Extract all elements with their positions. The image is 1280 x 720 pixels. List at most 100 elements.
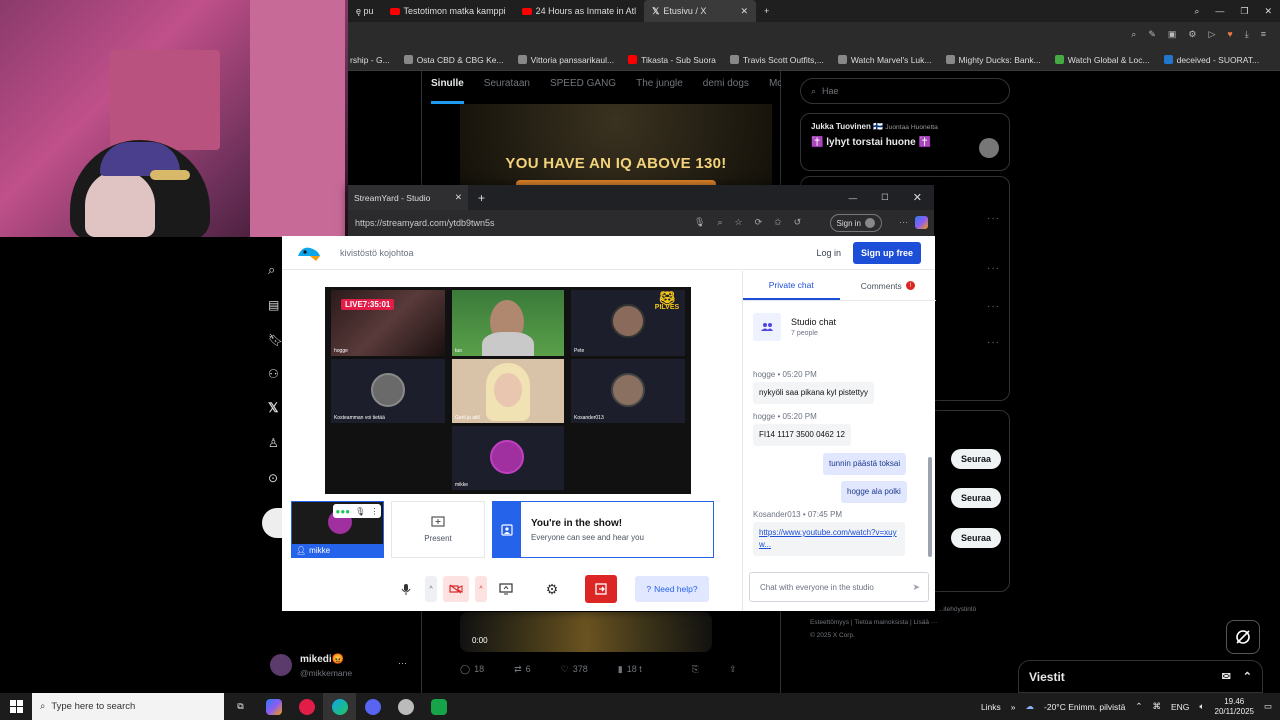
leave-studio-button[interactable] xyxy=(585,575,617,603)
browser-tab-active[interactable]: StreamYard - Studio ✕ xyxy=(348,185,468,210)
language[interactable]: ENG xyxy=(1171,702,1189,712)
tray-up-icon[interactable]: ⌃ xyxy=(1135,701,1142,712)
close-tab-icon[interactable]: ✕ xyxy=(740,6,748,17)
video-player[interactable] xyxy=(460,612,712,652)
like-button[interactable]: ♡ 378 xyxy=(561,662,588,676)
more-dots-icon[interactable]: ··· xyxy=(987,337,1000,348)
menu-icon[interactable]: ≡ xyxy=(1261,29,1266,40)
participant-tile[interactable]: Kosteamman voi tietää xyxy=(331,359,445,423)
minimize-icon[interactable]: — xyxy=(837,193,870,203)
participant-tile[interactable]: Kosander013 xyxy=(571,359,685,423)
tab-list[interactable]: The jungle xyxy=(636,78,683,104)
bookmark[interactable]: Osta CBD & CBG Ke... xyxy=(403,55,504,65)
views-button[interactable]: ▮ 18 t xyxy=(618,662,642,676)
follow-button[interactable]: Seuraa xyxy=(951,488,1001,508)
more-dots-icon[interactable]: ··· xyxy=(899,217,908,227)
live-space-card[interactable]: Jukka Tuovinen 🇫🇮 Juontaa Huonetta ✝️ ly… xyxy=(800,113,1010,171)
login-link[interactable]: Log in xyxy=(816,248,841,258)
reply-button[interactable]: ◯ 18 xyxy=(460,662,484,676)
bookmark[interactable]: Tikasta - Sub Suora xyxy=(628,55,716,65)
tab-private-chat[interactable]: Private chat xyxy=(743,271,840,300)
participant-tile[interactable]: LIVE7:35:01 hogge xyxy=(331,290,445,356)
more-icon[interactable]: ⊙ xyxy=(268,471,278,485)
volume-icon[interactable]: 🔈︎ xyxy=(1199,701,1204,712)
screenshare-button[interactable] xyxy=(493,576,519,602)
discord-icon[interactable] xyxy=(356,693,389,720)
search-tabs-icon[interactable]: ⌕ xyxy=(1186,0,1207,22)
expand-icon[interactable]: ⌃ xyxy=(1243,670,1252,683)
extension-icon[interactable]: ⚙ xyxy=(1188,29,1196,40)
extension-icon[interactable]: ▣ xyxy=(1168,29,1177,40)
help-button[interactable]: ? Need help? xyxy=(635,576,709,602)
network-icon[interactable]: ⌘ xyxy=(1152,701,1161,712)
extension-icon[interactable]: ⌕ xyxy=(1131,29,1136,40)
close-tab-icon[interactable]: ✕ xyxy=(455,192,462,203)
address-bar[interactable]: https://streamyard.com/ytdb9twn5s 🎙︎ ⌕ ☆… xyxy=(348,210,934,236)
zoom-icon[interactable]: ⌕ xyxy=(717,217,722,228)
self-preview-tile[interactable]: ●●● 🎙︎ ⋮ 👤︎ mikke xyxy=(291,501,384,558)
mic-button[interactable] xyxy=(393,576,419,602)
settings-button[interactable]: ⚙ xyxy=(539,576,565,602)
search-icon[interactable]: ⌕ xyxy=(268,262,275,278)
camera-button[interactable] xyxy=(443,576,469,602)
minimize-icon[interactable]: — xyxy=(1207,0,1232,22)
heart-icon[interactable]: ♥ xyxy=(1227,29,1232,40)
more-dots-icon[interactable]: ··· xyxy=(398,658,407,668)
account-switcher[interactable]: mikedi😡 @mikkemane ··· xyxy=(268,650,418,690)
bookmark[interactable]: Vittoria panssarikaul... xyxy=(517,55,614,65)
taskbar-search[interactable]: ⌕ Type here to search xyxy=(32,693,224,720)
ad-image[interactable]: YOU HAVE AN IQ ABOVE 130! xyxy=(460,104,772,188)
tab-following[interactable]: Seurataan xyxy=(484,78,530,104)
browser-tab[interactable]: ę pu xyxy=(348,0,382,22)
chevron-icon[interactable]: » xyxy=(1011,702,1016,712)
bookmark[interactable]: deceived - SUORAT... xyxy=(1163,55,1259,65)
star-icon[interactable]: ☆ xyxy=(734,217,742,228)
close-window-icon[interactable]: ✕ xyxy=(1256,0,1280,22)
new-tab-button[interactable]: + xyxy=(756,0,777,22)
bookmark-icon[interactable]: 🔖︎ xyxy=(268,333,283,347)
edge-icon[interactable] xyxy=(323,693,356,720)
clock[interactable]: 19.46 20/11/2025 xyxy=(1215,697,1254,717)
tab-comments[interactable]: Comments! xyxy=(840,271,937,300)
profile-icon[interactable]: ♙ xyxy=(268,436,279,450)
more-dots-icon[interactable]: ··· xyxy=(987,213,1000,224)
task-view-icon[interactable]: ⧉ xyxy=(224,693,257,720)
maximize-icon[interactable]: ☐ xyxy=(869,192,901,203)
present-button[interactable]: Present xyxy=(391,501,485,558)
history-icon[interactable]: ↺ xyxy=(794,217,802,228)
tab-list[interactable]: demi dogs xyxy=(703,78,749,104)
signin-button[interactable]: Sign in xyxy=(829,214,882,232)
opera-icon[interactable] xyxy=(290,693,323,720)
copilot-icon[interactable] xyxy=(915,216,928,229)
more-dots-icon[interactable]: ··· xyxy=(987,301,1000,312)
start-button[interactable] xyxy=(0,693,32,720)
weather-text[interactable]: -20°C Enimm. pilvistä xyxy=(1044,702,1125,712)
extension-icon[interactable]: ✎ xyxy=(1148,29,1156,40)
chat-input[interactable]: Chat with everyone in the studio ➤ xyxy=(749,572,929,602)
follow-button[interactable]: Seuraa xyxy=(951,528,1001,548)
share-button[interactable]: ⇪ xyxy=(729,662,737,676)
links-toolbar[interactable]: Links xyxy=(981,702,1001,712)
participant-tile[interactable]: mikke xyxy=(452,426,564,490)
bookmark-button[interactable]: ⎘ xyxy=(692,662,699,676)
favorites-icon[interactable]: ✩ xyxy=(774,217,782,228)
browser-tab[interactable]: 24 Hours as Inmate in Atl xyxy=(514,0,645,22)
notification-icon[interactable]: ▭ xyxy=(1264,701,1272,712)
signup-button[interactable]: Sign up free xyxy=(853,242,921,264)
bookmark[interactable]: Watch Marvel's Luk... xyxy=(837,55,932,65)
x-premium-icon[interactable]: 𝕏 xyxy=(268,400,278,416)
bookmark[interactable]: Mighty Ducks: Bank... xyxy=(945,55,1041,65)
browser-tab-active[interactable]: 𝕏 Etusivu / X ✕ xyxy=(644,0,756,22)
mic-icon[interactable]: 🎙︎ xyxy=(355,507,365,516)
browser-tab[interactable]: Testotimon matka kamppi xyxy=(382,0,514,22)
list-icon[interactable]: ▤ xyxy=(268,298,279,312)
repost-button[interactable]: ⇄ 6 xyxy=(514,662,531,676)
mic-icon[interactable]: 🎙︎ xyxy=(694,217,705,228)
communities-icon[interactable]: ⚇ xyxy=(268,367,279,381)
more-vert-icon[interactable]: ⋮ xyxy=(370,507,378,516)
close-window-icon[interactable]: ✕ xyxy=(901,191,934,204)
download-icon[interactable]: ⤓ xyxy=(1245,29,1249,40)
mic-options-caret[interactable]: ^ xyxy=(425,576,437,602)
chat-link[interactable]: https://www.youtube.com/watch?v=xuyw... xyxy=(759,528,897,549)
copilot-app-icon[interactable] xyxy=(257,693,290,720)
